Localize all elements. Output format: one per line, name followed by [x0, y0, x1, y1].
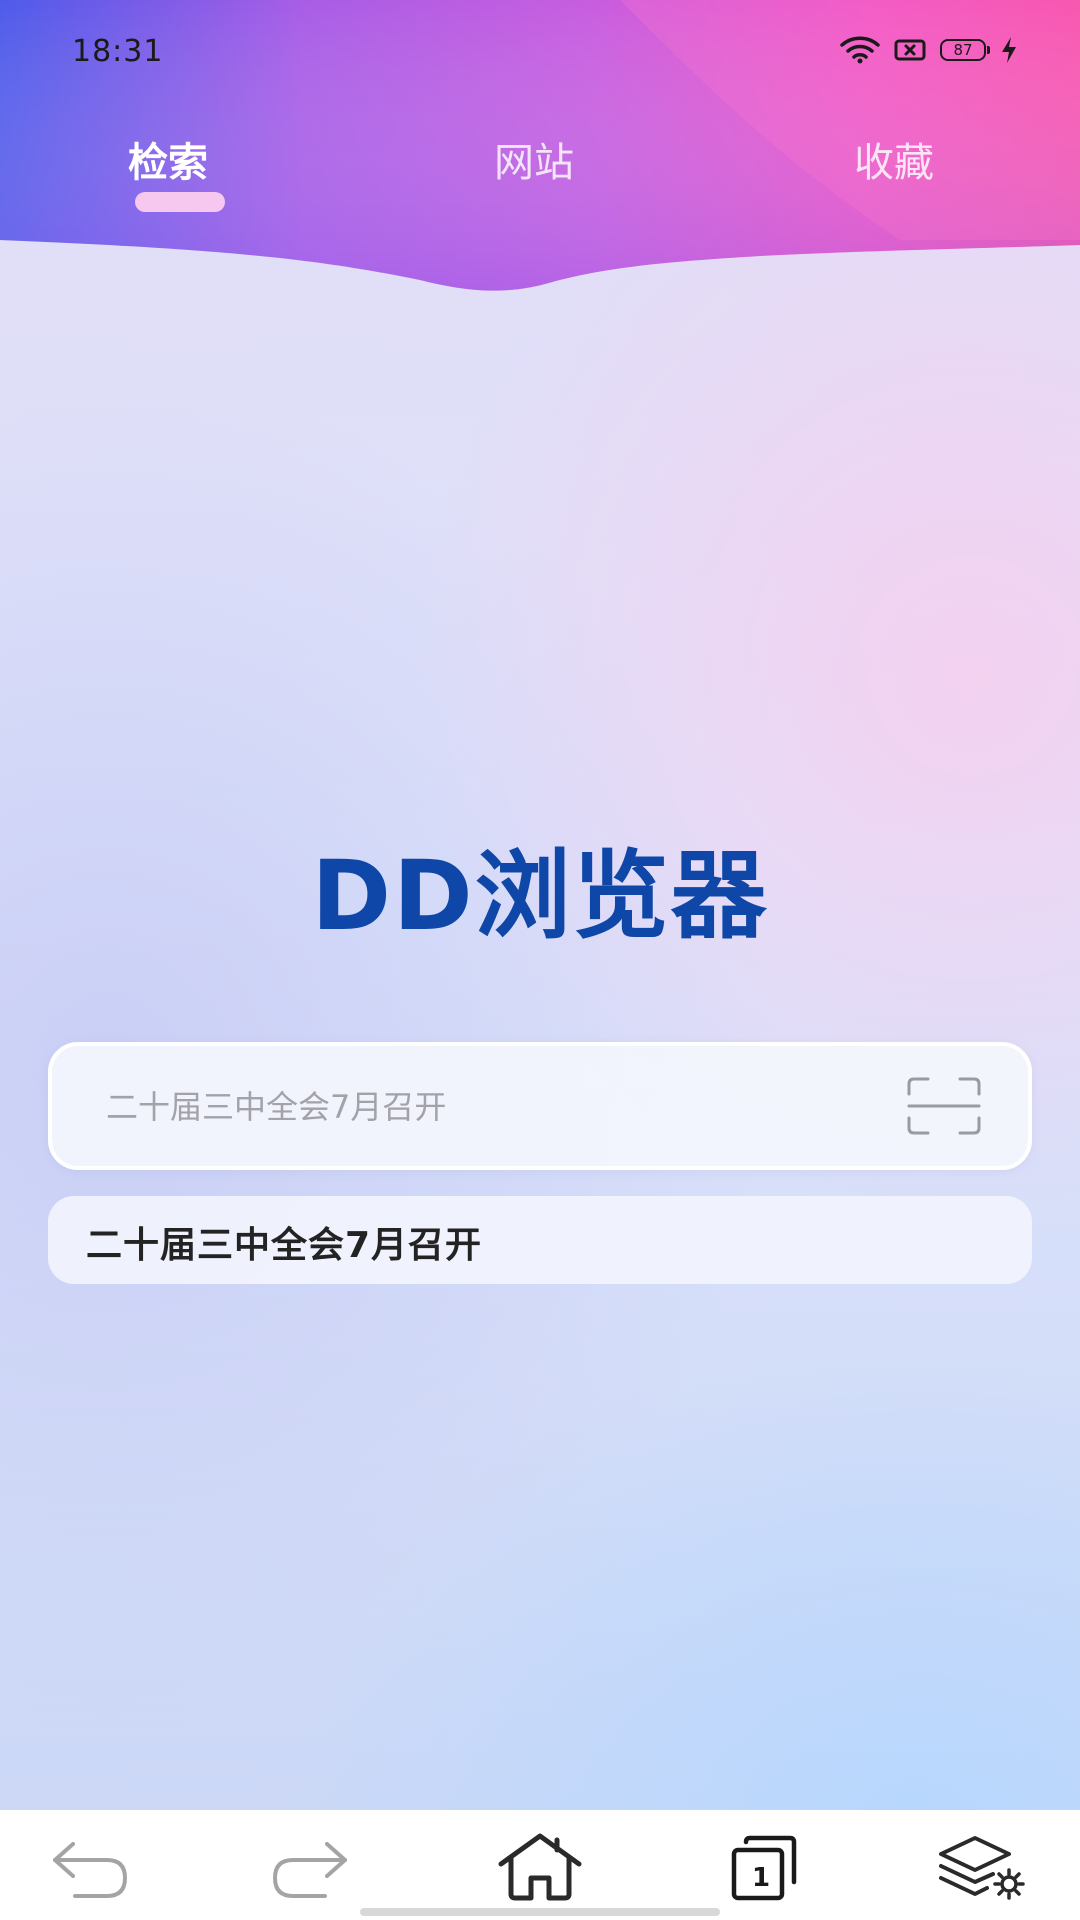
tab-search[interactable]: 检索 — [128, 130, 208, 188]
active-tab-indicator — [135, 192, 225, 212]
wifi-icon — [840, 36, 880, 64]
battery-icon: 87 — [940, 39, 990, 61]
layers-settings-icon[interactable] — [937, 1832, 1027, 1902]
battery-level: 87 — [953, 40, 973, 59]
forward-icon[interactable] — [265, 1832, 355, 1902]
search-box[interactable] — [48, 1042, 1032, 1170]
charging-icon — [1002, 37, 1016, 63]
back-icon[interactable] — [45, 1832, 135, 1902]
search-suggestion[interactable]: 二十届三中全会7月召开 — [48, 1196, 1032, 1284]
tab-favorites[interactable]: 收藏 — [854, 130, 934, 188]
tab-websites[interactable]: 网站 — [494, 130, 574, 188]
status-icons: 87 — [840, 36, 1018, 64]
app-logo-title: DD浏览器 — [311, 840, 769, 952]
search-input[interactable] — [104, 1046, 888, 1168]
suggestion-text: 二十届三中全会7月召开 — [86, 1225, 483, 1266]
bottom-nav: 1 — [0, 1810, 1080, 1920]
scan-icon[interactable] — [906, 1076, 982, 1136]
home-icon[interactable] — [495, 1832, 585, 1902]
tabs-button[interactable]: 1 — [720, 1832, 810, 1902]
sim-no-signal-icon — [894, 39, 926, 61]
status-time: 18:31 — [72, 34, 164, 69]
top-tabs: 检索 网站 收藏 — [0, 120, 1080, 220]
tab-count: 1 — [751, 1863, 771, 1893]
status-bar: 18:31 87 — [0, 0, 1080, 110]
gesture-bar — [360, 1908, 720, 1916]
